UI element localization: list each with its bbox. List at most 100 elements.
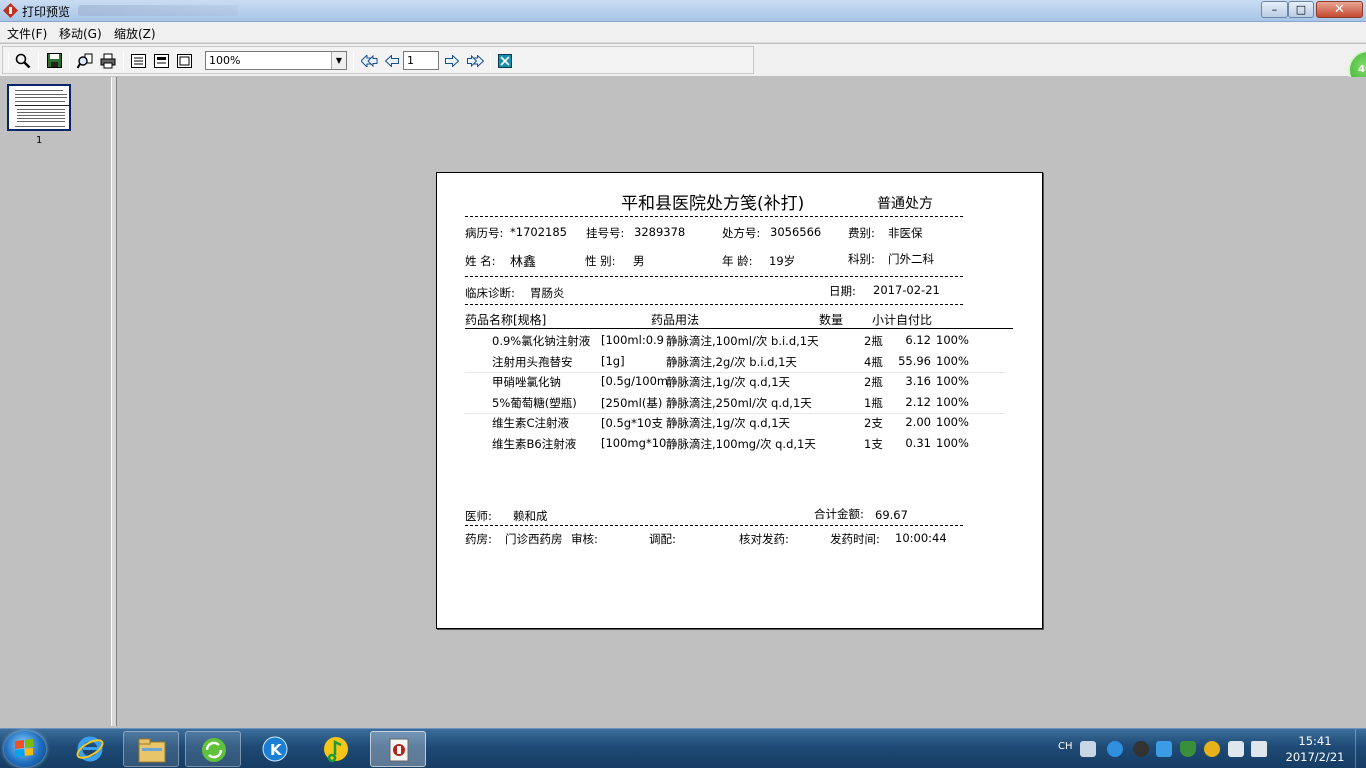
drug-name: 维生素C注射液 bbox=[492, 416, 570, 431]
zoom-select[interactable]: 100% ▼ bbox=[205, 51, 347, 70]
patient-sex: 男 bbox=[633, 254, 645, 268]
review-label: 审核: bbox=[571, 532, 598, 546]
action-center-icon[interactable] bbox=[1228, 741, 1244, 757]
divider bbox=[465, 216, 963, 217]
taskbar-explorer[interactable] bbox=[123, 731, 179, 767]
menu-file[interactable]: 文件(F) bbox=[7, 25, 47, 42]
next-page-icon bbox=[445, 54, 459, 67]
toolbar-separator bbox=[490, 52, 491, 70]
drug-spec: [1g] bbox=[601, 353, 625, 368]
drug-amount: 6.12 bbox=[905, 333, 931, 347]
menu-zoom[interactable]: 缩放(Z) bbox=[114, 25, 156, 42]
prev-page-button[interactable] bbox=[383, 52, 401, 69]
close-button[interactable]: ✕ bbox=[1316, 1, 1363, 18]
wechat-icon[interactable] bbox=[1204, 741, 1220, 757]
actual-size-icon bbox=[176, 53, 192, 68]
drug-spec: [0.5g*10支 bbox=[601, 416, 663, 431]
thumbnail-pane: 1 bbox=[0, 77, 117, 726]
reg-no: 3289378 bbox=[634, 225, 686, 239]
minimize-button[interactable]: – bbox=[1261, 1, 1288, 18]
app-icon bbox=[3, 3, 18, 18]
drug-quantity: 2瓶 bbox=[864, 334, 883, 348]
windows-logo-icon bbox=[15, 739, 33, 757]
whole-page-icon bbox=[153, 53, 169, 68]
drug-usage: 静脉滴注,1g/次 q.d,1天 bbox=[666, 416, 791, 431]
pane-splitter[interactable] bbox=[111, 77, 117, 726]
first-page-icon bbox=[360, 54, 377, 67]
folder-icon bbox=[138, 738, 166, 763]
chevron-down-icon[interactable]: ▼ bbox=[331, 52, 346, 69]
close-preview-icon bbox=[498, 53, 512, 68]
whole-page-button[interactable] bbox=[152, 52, 170, 69]
maximize-button[interactable]: □ bbox=[1288, 1, 1314, 18]
doctor-label: 医师: bbox=[465, 509, 492, 523]
drug-name: 甲硝唑氯化钠 bbox=[492, 375, 561, 390]
doctor-name: 赖和成 bbox=[513, 509, 548, 523]
drug-ratio: 100% bbox=[936, 353, 969, 368]
drug-spec: [100ml:0.9 bbox=[601, 333, 664, 347]
svg-text:K: K bbox=[270, 741, 283, 759]
refresh-app-icon bbox=[202, 738, 226, 762]
taskbar-app-green[interactable] bbox=[185, 731, 241, 767]
drug-usage: 静脉滴注,100ml/次 b.i.d,1天 bbox=[666, 334, 819, 348]
find-button[interactable] bbox=[14, 52, 32, 69]
volume-icon[interactable] bbox=[1251, 741, 1267, 757]
drug-quantity: 1支 bbox=[864, 437, 883, 451]
header-quantity: 数量 bbox=[819, 313, 844, 327]
drug-name: 0.9%氯化钠注射液 bbox=[492, 334, 591, 348]
shield-icon[interactable] bbox=[1180, 741, 1196, 757]
drug-quantity: 2瓶 bbox=[864, 375, 883, 390]
drug-amount: 2.00 bbox=[905, 415, 931, 430]
maximize-icon: □ bbox=[1295, 3, 1307, 16]
page-thumbnail[interactable] bbox=[7, 84, 71, 131]
start-button[interactable] bbox=[4, 731, 46, 767]
menu-move[interactable]: 移动(G) bbox=[59, 25, 102, 42]
toolbar-separator bbox=[353, 52, 354, 70]
last-page-button[interactable] bbox=[466, 52, 484, 69]
dept-label: 科别: bbox=[848, 252, 875, 266]
app-tray-icon[interactable] bbox=[1156, 741, 1172, 757]
prev-page-icon bbox=[385, 54, 399, 67]
drug-spec: [0.5g/100m bbox=[601, 374, 669, 389]
drug-name: 5%葡萄糖(塑瓶) bbox=[492, 395, 577, 410]
fee-label: 费别: bbox=[848, 226, 875, 240]
diagnosis: 胃肠炎 bbox=[530, 286, 565, 300]
zoom-tool-button[interactable] bbox=[76, 52, 94, 69]
first-page-button[interactable] bbox=[360, 52, 378, 69]
total-amount: 69.67 bbox=[875, 508, 908, 522]
actual-size-button[interactable] bbox=[175, 52, 193, 69]
network-ball-icon[interactable] bbox=[1107, 741, 1123, 757]
blurred-title-text bbox=[78, 5, 238, 16]
taskbar-ie[interactable] bbox=[62, 731, 118, 767]
taskbar-qqmusic[interactable] bbox=[308, 731, 364, 767]
clock[interactable]: 15:41 2017/2/21 bbox=[1280, 733, 1350, 765]
next-page-button[interactable] bbox=[443, 52, 461, 69]
issue-time: 10:00:44 bbox=[895, 531, 947, 545]
toolbar-separator bbox=[8, 52, 9, 70]
taskbar-print-preview[interactable] bbox=[370, 731, 426, 767]
close-preview-button[interactable] bbox=[496, 52, 514, 69]
input-language[interactable]: CH bbox=[1058, 741, 1073, 752]
table-header-line bbox=[465, 328, 1013, 329]
drug-amount: 2.12 bbox=[905, 394, 931, 409]
show-desktop-button[interactable] bbox=[1355, 729, 1366, 768]
record-no: *1702185 bbox=[510, 225, 567, 239]
page-width-button[interactable] bbox=[129, 52, 147, 69]
pharmacy-label: 药房: bbox=[465, 532, 492, 546]
drug-ratio: 100% bbox=[936, 374, 969, 389]
drug-ratio: 100% bbox=[936, 415, 969, 430]
dispense-label: 调配: bbox=[649, 532, 676, 546]
header-subtotal: 小计自付比 bbox=[872, 313, 933, 327]
print-button[interactable] bbox=[99, 52, 117, 69]
save-button[interactable] bbox=[45, 52, 63, 69]
qq-icon[interactable] bbox=[1133, 741, 1149, 757]
keyboard-icon[interactable] bbox=[1080, 741, 1096, 757]
rx-no-label: 处方号: bbox=[722, 226, 761, 240]
magnifier-icon bbox=[15, 53, 31, 68]
clock-date: 2017/2/21 bbox=[1285, 750, 1345, 764]
page-number-input[interactable]: 1 bbox=[403, 51, 439, 70]
pharmacy: 门诊西药房 bbox=[505, 532, 563, 546]
taskbar-kugou[interactable]: K bbox=[247, 731, 303, 767]
name-label: 姓 名: bbox=[465, 254, 496, 268]
check-label: 核对发药: bbox=[739, 532, 789, 546]
